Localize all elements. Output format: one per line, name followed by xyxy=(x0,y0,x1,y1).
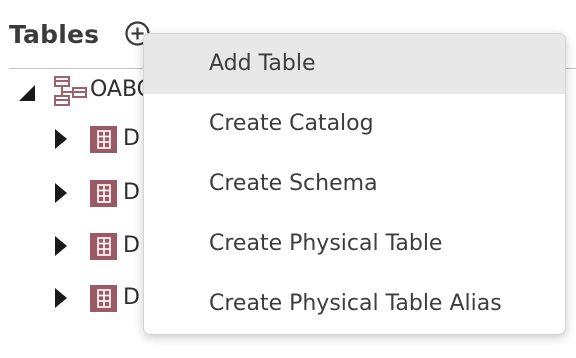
menu-item-label: Create Schema xyxy=(209,171,378,196)
tree-node-label[interactable]: D xyxy=(123,178,140,208)
expand-triangle-icon[interactable] xyxy=(54,287,68,309)
expand-triangle-icon[interactable] xyxy=(54,182,68,204)
menu-item-create-physical-table-alias[interactable]: Create Physical Table Alias xyxy=(144,274,565,334)
menu-item-label: Create Physical Table Alias xyxy=(209,291,502,316)
expand-triangle-icon[interactable] xyxy=(54,235,68,257)
menu-item-create-physical-table[interactable]: Create Physical Table xyxy=(144,214,565,274)
menu-item-label: Add Table xyxy=(209,51,316,76)
collapse-triangle-icon[interactable] xyxy=(18,84,36,102)
database-icon xyxy=(54,76,87,106)
menu-item-create-schema[interactable]: Create Schema xyxy=(144,154,565,214)
tree-node-label[interactable]: D xyxy=(123,124,140,154)
menu-item-add-table[interactable]: Add Table xyxy=(144,34,565,94)
tree-row-child[interactable]: D xyxy=(0,120,160,160)
table-icon xyxy=(90,180,117,207)
menu-item-label: Create Catalog xyxy=(209,111,374,136)
menu-item-label: Create Physical Table xyxy=(209,231,443,256)
tree-node-label[interactable]: D xyxy=(123,283,140,313)
context-menu: Add Table Create Catalog Create Schema C… xyxy=(143,33,566,335)
expand-triangle-icon[interactable] xyxy=(54,128,68,150)
tables-panel: Tables OABC D D D D Add Table Create Cat… xyxy=(0,0,576,358)
tree-row-child[interactable]: D xyxy=(0,174,160,214)
table-icon xyxy=(90,126,117,153)
panel-title: Tables xyxy=(9,20,100,49)
tree-row-child[interactable]: D xyxy=(0,227,160,267)
menu-item-create-catalog[interactable]: Create Catalog xyxy=(144,94,565,154)
table-icon xyxy=(90,233,117,260)
tree-row-child[interactable]: D xyxy=(0,279,160,319)
tree-node-label[interactable]: D xyxy=(123,231,140,261)
table-icon xyxy=(90,285,117,312)
